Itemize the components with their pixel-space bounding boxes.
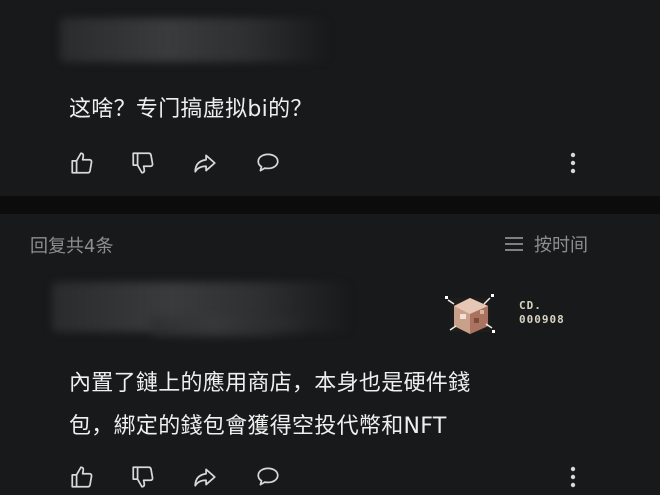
more-options-button[interactable] bbox=[563, 149, 583, 177]
nft-badge-line-1: CD. bbox=[519, 299, 542, 312]
thumbs-up-icon bbox=[71, 466, 93, 488]
sort-label: 按时间 bbox=[534, 235, 588, 256]
comment-actions bbox=[68, 149, 598, 179]
share-button[interactable] bbox=[191, 149, 219, 177]
share-button[interactable] bbox=[191, 463, 219, 491]
reply-button[interactable] bbox=[254, 149, 282, 177]
like-button[interactable] bbox=[68, 149, 96, 177]
nft-badge-icon bbox=[445, 294, 495, 334]
reply-count-label: 回复共4条 bbox=[30, 236, 114, 257]
comment-text-line-1: 內置了鏈上的應用商店，本身也是硬件錢 bbox=[69, 371, 471, 396]
comment-actions bbox=[68, 463, 598, 493]
replies-header: 回复共4条 按时间 bbox=[0, 214, 660, 272]
dislike-button[interactable] bbox=[129, 149, 157, 177]
section-divider bbox=[0, 196, 660, 214]
reply-button[interactable] bbox=[254, 463, 282, 491]
sort-lines-icon bbox=[505, 237, 523, 251]
thumbs-down-icon bbox=[132, 466, 154, 488]
like-button[interactable] bbox=[68, 463, 96, 491]
comments-page: 这啥？专门搞虚拟bi的？ 回复共4条 按时间 內置了鏈上的應用商店，本身也是硬件… bbox=[0, 0, 660, 495]
comment-card-1: 这啥？专门搞虚拟bi的？ bbox=[0, 0, 660, 196]
more-vertical-icon bbox=[570, 466, 576, 488]
nft-badge-line-2: 000908 bbox=[519, 313, 565, 326]
share-icon bbox=[194, 468, 216, 487]
nft-badge-label: CD. 000908 bbox=[519, 299, 565, 327]
comment-icon bbox=[257, 153, 279, 172]
username-blurred bbox=[60, 18, 330, 62]
username-blurred-extra bbox=[150, 316, 310, 338]
comment-text: 这啥？专门搞虚拟bi的？ bbox=[69, 97, 313, 122]
share-icon bbox=[194, 154, 216, 173]
thumbs-down-icon bbox=[132, 152, 154, 174]
more-vertical-icon bbox=[570, 152, 576, 174]
dislike-button[interactable] bbox=[129, 463, 157, 491]
comment-text-line-2: 包，綁定的錢包會獲得空投代幣和NFT bbox=[69, 414, 447, 439]
comment-icon bbox=[257, 467, 279, 486]
thumbs-up-icon bbox=[71, 152, 93, 174]
sort-by-time-button[interactable]: 按时间 bbox=[504, 231, 588, 257]
more-options-button[interactable] bbox=[563, 463, 583, 491]
